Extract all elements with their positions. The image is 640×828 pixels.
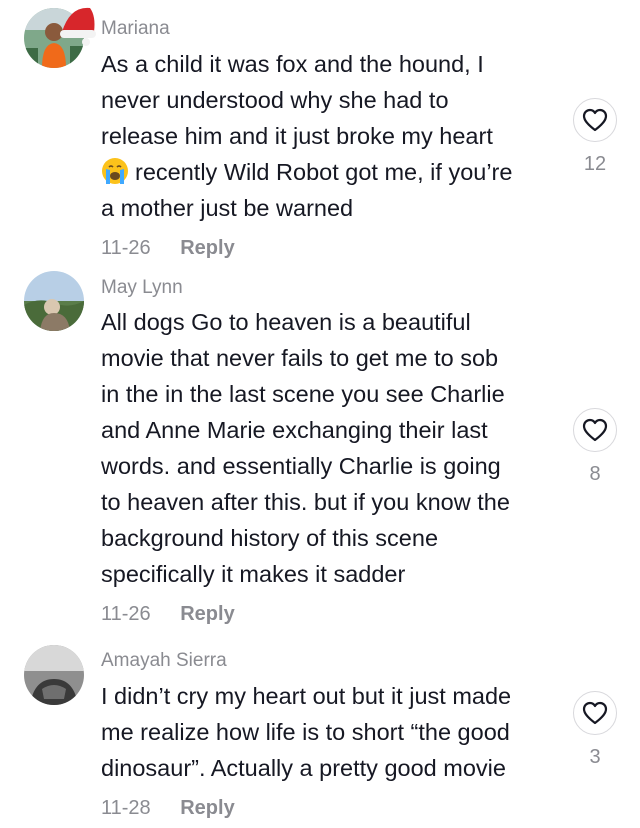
reply-button[interactable]: Reply — [180, 237, 234, 259]
avatar-image — [24, 271, 84, 331]
comment-line: As a child it was fox and the hound, I — [101, 51, 484, 77]
comment-meta: 11-26 Reply — [101, 235, 235, 261]
comment-line: movie that never fails to get me to sob — [101, 345, 499, 371]
comment-text: I didn’t cry my heart out but it just ma… — [101, 678, 561, 786]
comment-line: never understood why she had to — [101, 87, 449, 113]
reply-button[interactable]: Reply — [180, 603, 234, 625]
comment-line-with-emoji: recently Wild Robot got me, if you’re — [101, 154, 561, 190]
comment-line: specifically it makes it sadder — [101, 561, 406, 587]
comment-text: As a child it was fox and the hound, I n… — [101, 46, 561, 226]
like-button[interactable]: 3 — [570, 691, 620, 769]
comment-date: 11-28 — [101, 797, 151, 819]
comment-line: to heaven after this. but if you know th… — [101, 489, 510, 515]
like-button-circle[interactable] — [573, 408, 617, 452]
comment-date: 11-26 — [101, 603, 151, 625]
comment-author[interactable]: May Lynn — [101, 276, 183, 300]
comment-line: All dogs Go to heaven is a beautiful — [101, 309, 471, 335]
comment-line: recently Wild Robot got me, if you’re — [135, 159, 513, 185]
comment-line: background history of this scene — [101, 525, 439, 551]
avatar[interactable] — [24, 645, 84, 705]
like-count: 8 — [589, 463, 601, 485]
comment-line: and Anne Marie exchanging their last — [101, 417, 488, 443]
comment-line: me realize how life is to short “the goo… — [101, 719, 510, 745]
heart-icon — [582, 418, 608, 442]
like-button[interactable]: 12 — [570, 98, 620, 176]
heart-icon — [582, 108, 608, 132]
like-count: 12 — [583, 153, 607, 175]
comment-author[interactable]: Amayah Sierra — [101, 649, 227, 673]
comment-meta: 11-28 Reply — [101, 795, 235, 821]
like-button-circle[interactable] — [573, 98, 617, 142]
comment-meta: 11-26 Reply — [101, 601, 235, 627]
reply-button[interactable]: Reply — [180, 797, 234, 819]
comment-author[interactable]: Mariana — [101, 17, 170, 41]
santa-hat-icon — [60, 7, 96, 46]
crying-face-icon — [102, 158, 128, 184]
comment-line: words. and essentially Charlie is going — [101, 453, 501, 479]
comment-line: a mother just be warned — [101, 195, 354, 221]
comment-line: release him and it just broke my heart — [101, 123, 493, 149]
comment-line: dinosaur”. Actually a pretty good movie — [101, 755, 506, 781]
comment-line: I didn’t cry my heart out but it just ma… — [101, 683, 512, 709]
heart-icon — [582, 701, 608, 725]
like-button[interactable]: 8 — [570, 408, 620, 486]
like-count: 3 — [589, 746, 601, 768]
avatar-image — [24, 645, 84, 705]
comment-date: 11-26 — [101, 237, 151, 259]
comment-text: All dogs Go to heaven is a beautiful mov… — [101, 304, 561, 592]
avatar[interactable] — [24, 271, 84, 331]
comment-line: in the in the last scene you see Charlie — [101, 381, 505, 407]
like-button-circle[interactable] — [573, 691, 617, 735]
